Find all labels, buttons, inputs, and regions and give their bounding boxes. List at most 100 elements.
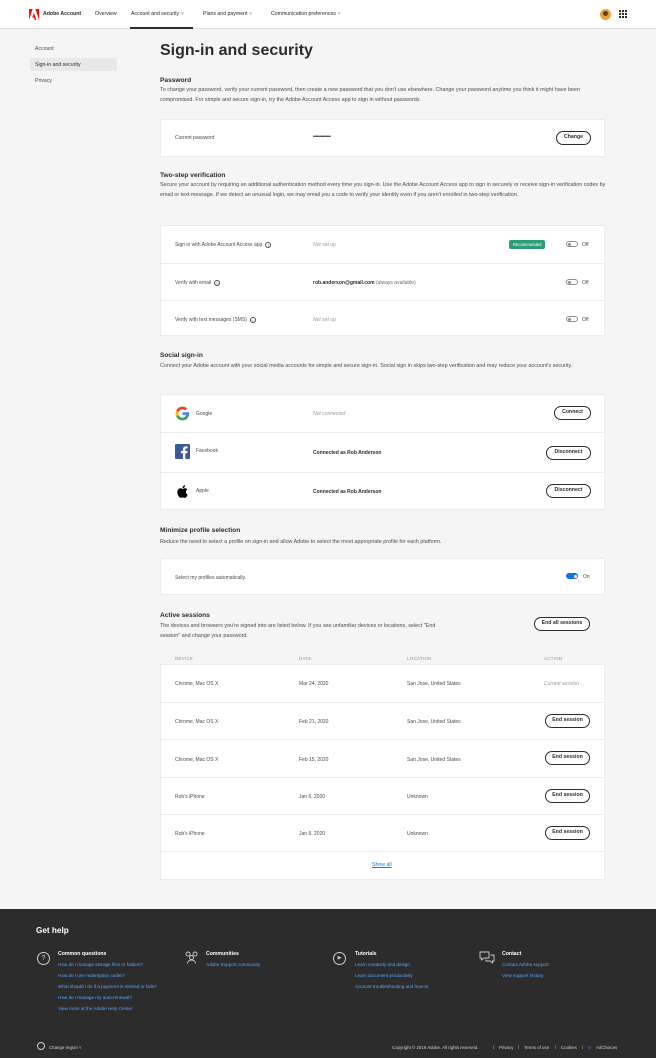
two-step-row-sms: Verify with text messages (SMS) i Not set…: [161, 300, 604, 336]
sidebar-item-account[interactable]: Account: [30, 42, 117, 55]
end-session-button[interactable]: End session: [545, 751, 590, 765]
session-device: Chrome, Mac OS X: [175, 719, 219, 725]
google-connect-button[interactable]: Connect: [554, 406, 591, 420]
social-row-google: Google Not connected Connect: [161, 395, 604, 432]
two-step-sms-label: Verify with text messages (SMS) i: [175, 317, 256, 323]
session-date: Feb 21, 2020: [299, 719, 329, 725]
contact-link[interactable]: View support history: [502, 973, 543, 978]
sessions-section-title: Active sessions: [160, 612, 210, 619]
info-icon[interactable]: i: [214, 280, 221, 286]
session-date: Jan 6, 2020: [299, 794, 326, 800]
session-location: San Jose, United States: [407, 681, 461, 687]
end-all-sessions-button[interactable]: End all sessions: [534, 617, 590, 631]
session-date: Jan 6, 2020: [299, 831, 326, 837]
two-step-section-title: Two-step verification: [160, 172, 226, 179]
separator: /: [582, 1045, 584, 1050]
end-session-button[interactable]: End session: [545, 826, 590, 840]
nav-overview[interactable]: Overview: [95, 11, 117, 17]
session-location: Unknown: [407, 831, 428, 837]
brand-name[interactable]: Adobe Account: [43, 11, 81, 17]
sidebar-item-privacy[interactable]: Privacy: [30, 74, 117, 87]
social-row-facebook: Facebook Connected as Rob Anderson Disco…: [161, 432, 604, 472]
nav-plans-and-payment[interactable]: Plans and payment ˅: [203, 11, 252, 17]
two-step-email-toggle[interactable]: [566, 279, 578, 285]
two-step-app-label: Sign in with Adobe Account Access app i: [175, 242, 272, 248]
play-icon: ▶: [333, 952, 346, 965]
profile-section-title: Minimize profile selection: [160, 527, 241, 534]
column-header-date: DATE: [299, 656, 312, 661]
apple-disconnect-button[interactable]: Disconnect: [546, 484, 591, 498]
chevron-down-icon: ˅: [181, 11, 184, 16]
session-location: San Jose, United States: [407, 757, 461, 763]
show-all-link[interactable]: Show all: [372, 862, 392, 868]
session-device: Rob's iPhone: [175, 831, 205, 837]
help-link[interactable]: View more at the Adobe Help Center: [58, 1006, 132, 1011]
two-step-sms-toggle[interactable]: [566, 316, 578, 322]
column-header-action: ACTION: [544, 656, 563, 661]
two-step-card: Sign in with Adobe Account Access app i N…: [160, 225, 605, 336]
apple-icon: [177, 485, 188, 498]
apple-label: Apple: [196, 488, 209, 494]
info-icon[interactable]: i: [265, 242, 272, 248]
adobe-logo-icon[interactable]: [29, 9, 39, 20]
facebook-icon: [175, 444, 190, 459]
password-section-title: Password: [160, 77, 192, 84]
two-step-app-toggle[interactable]: [566, 241, 578, 247]
help-link[interactable]: How do I use redemption codes?: [58, 973, 125, 978]
current-session-label: Current session: [544, 681, 580, 687]
tutorial-link[interactable]: Learn creativity and design: [355, 962, 410, 967]
question-icon: ?: [37, 952, 50, 965]
profile-auto-select-toggle-label: On: [583, 574, 590, 580]
sidebar-item-sign-in-and-security[interactable]: Sign-in and security: [30, 58, 117, 71]
social-section-description: Connect your Adobe account with your soc…: [160, 363, 573, 369]
separator: /: [518, 1045, 520, 1050]
tutorial-link[interactable]: Account troubleshooting and how-to: [355, 984, 428, 989]
help-link[interactable]: How do I manage storage files or folders…: [58, 962, 143, 967]
two-step-section-description: Secure your account by requiring an addi…: [160, 182, 606, 198]
communities-title: Communities: [206, 951, 239, 957]
change-password-button[interactable]: Change: [556, 131, 591, 145]
end-session-button[interactable]: End session: [545, 789, 590, 803]
cookies-link[interactable]: Cookies: [561, 1045, 577, 1050]
facebook-disconnect-button[interactable]: Disconnect: [546, 446, 591, 460]
google-icon: [175, 406, 190, 421]
sessions-section-description: The devices and browsers you're signed i…: [160, 623, 436, 639]
privacy-link[interactable]: Privacy: [499, 1045, 513, 1050]
two-step-email-value: rob.anderson@gmail.com (always available…: [313, 280, 416, 286]
social-section-title: Social sign-in: [160, 352, 203, 359]
avatar[interactable]: [600, 9, 611, 20]
profile-auto-select-toggle[interactable]: [566, 573, 578, 579]
change-region-button[interactable]: Change region ˅: [49, 1045, 82, 1050]
session-device: Chrome, Mac OS X: [175, 681, 219, 687]
separator: /: [493, 1045, 495, 1050]
info-icon[interactable]: i: [249, 317, 256, 323]
app-switcher-icon[interactable]: [619, 10, 627, 18]
nav-communication-preferences[interactable]: Communication preferences ˅: [271, 11, 341, 17]
password-section-description: To change your password, verify your cur…: [160, 87, 580, 103]
two-step-row-app: Sign in with Adobe Account Access app i N…: [161, 226, 604, 263]
help-link[interactable]: What should I do if a payment is missed …: [58, 984, 157, 989]
active-nav-indicator: [130, 27, 193, 29]
two-step-email-label: Verify with email i: [175, 280, 221, 286]
nav-account-and-security[interactable]: Account and security ˅: [131, 11, 184, 17]
tutorial-link[interactable]: Learn document productivity: [355, 973, 413, 978]
end-session-button[interactable]: End session: [545, 714, 590, 728]
current-password-value: ••••••••••••••: [313, 134, 331, 140]
recommended-badge: Recommended: [509, 240, 546, 249]
community-link[interactable]: Adobe Support community: [206, 962, 260, 967]
chevron-down-icon: ˅: [337, 11, 341, 16]
terms-link[interactable]: Terms of use: [524, 1045, 549, 1050]
session-device: Rob's iPhone: [175, 794, 205, 800]
google-label: Google: [196, 411, 213, 417]
adchoices-link[interactable]: AdChoices: [596, 1045, 617, 1050]
facebook-label: Facebook: [196, 448, 218, 454]
session-date: Mar 24, 2020: [299, 681, 329, 687]
help-link[interactable]: How do I manage my auto-renewal?: [58, 995, 132, 1000]
profile-auto-select-label: Select my profiles automatically.: [175, 575, 247, 581]
top-navigation: Adobe Account Overview Account and secur…: [0, 0, 656, 29]
chat-icon: [479, 951, 495, 964]
contact-link[interactable]: Contact Adobe support: [502, 962, 549, 967]
separator: /: [555, 1045, 557, 1050]
current-password-label: Current password: [175, 135, 215, 141]
session-date: Feb 15, 2020: [299, 757, 329, 763]
